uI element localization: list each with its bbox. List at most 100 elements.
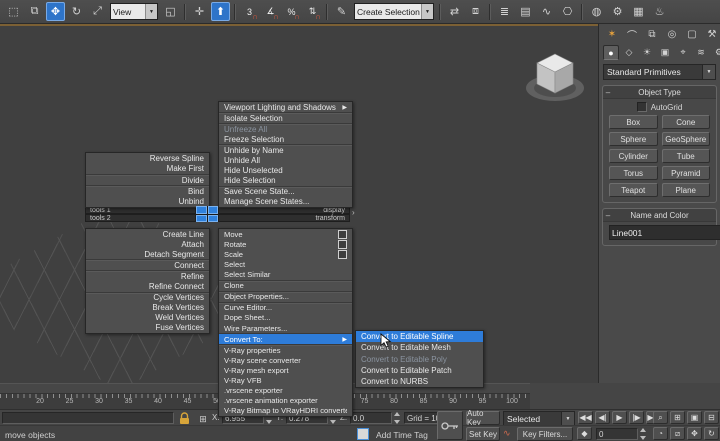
- cone-button[interactable]: Cone: [662, 115, 711, 129]
- key-mode-toggle-icon[interactable]: ◆: [577, 427, 592, 440]
- menu-item-unfreeze-all[interactable]: Unfreeze All: [219, 124, 352, 134]
- layer-manager-icon[interactable]: ≣: [495, 2, 514, 21]
- menu-item-fuse-vertices[interactable]: Fuse Vertices: [86, 323, 209, 333]
- auto-key-button[interactable]: Auto Key: [466, 411, 500, 425]
- set-key-toggle-button[interactable]: [437, 411, 463, 440]
- menu-item-move[interactable]: Move: [219, 229, 352, 239]
- menu-item-hide-unselected[interactable]: Hide Unselected: [219, 166, 352, 176]
- menu-item-reverse-spline[interactable]: Reverse Spline: [86, 153, 209, 163]
- scene-explorer-icon[interactable]: ▤: [516, 2, 535, 21]
- settings-box-icon[interactable]: [338, 230, 347, 239]
- named-selection-set-dropdown[interactable]: Create Selection Se▼: [354, 3, 434, 20]
- primitives-dropdown[interactable]: Standard Primitives ▼: [603, 64, 716, 80]
- menu-item-divide[interactable]: Divide: [86, 175, 209, 186]
- menu-item-curve-editor[interactable]: Curve Editor...: [219, 303, 352, 313]
- z-coord-field[interactable]: 0.0: [350, 412, 392, 424]
- curve-editor-icon[interactable]: ∿: [537, 2, 556, 21]
- hierarchy-tab-icon[interactable]: ⧉: [643, 26, 661, 43]
- dropdown-arrow-icon[interactable]: ▼: [561, 412, 574, 426]
- quad-center-squares[interactable]: [196, 206, 218, 222]
- menu-item-select[interactable]: Select: [219, 259, 352, 269]
- motion-tab-icon[interactable]: ◎: [663, 26, 681, 43]
- lights-category-icon[interactable]: ☀: [639, 45, 655, 60]
- select-and-manipulate-icon[interactable]: ✛: [190, 2, 209, 21]
- orbit-icon[interactable]: ↻: [704, 427, 719, 440]
- zoom-region-icon[interactable]: ⧄: [670, 427, 685, 440]
- torus-button[interactable]: Torus: [609, 166, 658, 180]
- material-editor-icon[interactable]: ◍: [587, 2, 606, 21]
- menu-item-clone[interactable]: Clone: [219, 281, 352, 292]
- tube-button[interactable]: Tube: [662, 149, 711, 163]
- cylinder-button[interactable]: Cylinder: [609, 149, 658, 163]
- menu-item-convert-to-editable-spline[interactable]: Convert to Editable Spline: [356, 331, 483, 342]
- go-to-start-icon[interactable]: ◀◀: [578, 411, 593, 424]
- previous-frame-icon[interactable]: ◀|: [595, 411, 610, 424]
- spinner-snap-icon[interactable]: ⇅∩: [303, 2, 322, 21]
- menu-item-v-ray-mesh-export[interactable]: V-Ray mesh export: [219, 365, 352, 375]
- select-and-scale-icon[interactable]: ⤢: [88, 2, 107, 21]
- menu-item-v-ray-bitmap-to-vrayhdri-converter[interactable]: V-Ray Bitmap to VRayHDRI converter: [219, 406, 352, 416]
- add-time-tag[interactable]: Add Time Tag: [376, 430, 428, 440]
- viewcube[interactable]: [520, 40, 590, 118]
- edit-named-selection-sets-icon[interactable]: ✎: [332, 2, 351, 21]
- utilities-tab-icon[interactable]: ⚒: [703, 26, 720, 43]
- teapot-button[interactable]: Teapot: [609, 183, 658, 197]
- use-pivot-point-center-icon[interactable]: ◱: [161, 2, 180, 21]
- zoom-extents-icon[interactable]: ▣: [687, 411, 702, 424]
- keyboard-shortcut-override-icon[interactable]: ⬆: [211, 2, 230, 21]
- menu-item-object-properties[interactable]: Object Properties...: [219, 292, 352, 303]
- object-name-field[interactable]: [609, 225, 720, 240]
- menu-item-cycle-vertices[interactable]: Cycle Vertices: [86, 293, 209, 303]
- cameras-category-icon[interactable]: ▣: [657, 45, 673, 60]
- menu-item-unhide-by-name[interactable]: Unhide by Name: [219, 145, 352, 155]
- percent-snap-icon[interactable]: %∩: [282, 2, 301, 21]
- menu-item-convert-to-nurbs[interactable]: Convert to NURBS: [356, 376, 483, 387]
- rendered-frame-window-icon[interactable]: ▦: [629, 2, 648, 21]
- selection-lock-icon[interactable]: [179, 412, 190, 425]
- zoom-all-icon[interactable]: ⊞: [670, 411, 685, 424]
- menu-item-weld-vertices[interactable]: Weld Vertices: [86, 313, 209, 323]
- menu-item-unbind[interactable]: Unbind: [86, 197, 209, 207]
- space-warps-category-icon[interactable]: ≋: [693, 45, 709, 60]
- menu-item-hide-selection[interactable]: Hide Selection: [219, 176, 352, 187]
- menu-item-viewport-lighting-and-shadows[interactable]: Viewport Lighting and Shadows▶: [219, 102, 352, 113]
- menu-item-scale[interactable]: Scale: [219, 249, 352, 259]
- pyramid-button[interactable]: Pyramid: [662, 166, 711, 180]
- display-tab-icon[interactable]: ▢: [683, 26, 701, 43]
- snaps-toggle-icon[interactable]: 3∩: [240, 2, 259, 21]
- geosphere-button[interactable]: GeoSphere: [662, 132, 711, 146]
- menu-item-v-ray-properties[interactable]: V-Ray properties: [219, 345, 352, 355]
- plane-button[interactable]: Plane: [662, 183, 711, 197]
- menu-item-bind[interactable]: Bind: [86, 186, 209, 196]
- menu-item-connect[interactable]: Connect: [86, 260, 209, 271]
- menu-item-convert-to[interactable]: Convert To:▶: [219, 334, 352, 345]
- mirror-icon[interactable]: ⇄: [445, 2, 464, 21]
- helpers-category-icon[interactable]: ⌖: [675, 45, 691, 60]
- default-in-out-tangents-icon[interactable]: ∿: [503, 428, 511, 439]
- current-frame-field[interactable]: 0: [596, 428, 638, 440]
- align-icon[interactable]: ⧈: [466, 2, 485, 21]
- render-setup-icon[interactable]: ⚙: [608, 2, 627, 21]
- menu-item-wire-parameters[interactable]: Wire Parameters...: [219, 323, 352, 334]
- modify-tab-icon[interactable]: ⌒: [623, 26, 641, 43]
- menu-item-v-ray-scene-converter[interactable]: V-Ray scene converter: [219, 355, 352, 365]
- z-spinner[interactable]: [394, 412, 401, 424]
- menu-item-save-scene-state[interactable]: Save Scene State...: [219, 187, 352, 197]
- menu-item-vrscene-animation-exporter[interactable]: .vrscene animation exporter: [219, 396, 352, 406]
- zoom-extents-all-icon[interactable]: ⊟: [704, 411, 719, 424]
- name-color-rollout-header[interactable]: – Name and Color: [603, 209, 716, 222]
- menu-item-convert-to-editable-mesh[interactable]: Convert to Editable Mesh: [356, 342, 483, 353]
- angle-snap-icon[interactable]: ∡∩: [261, 2, 280, 21]
- menu-item-dope-sheet[interactable]: Dope Sheet...: [219, 313, 352, 323]
- play-animation-icon[interactable]: ▶: [612, 411, 627, 424]
- settings-box-icon[interactable]: [338, 240, 347, 249]
- menu-item-make-first[interactable]: Make First: [86, 163, 209, 174]
- systems-category-icon[interactable]: ⚙: [711, 45, 720, 60]
- menu-item-convert-to-editable-patch[interactable]: Convert to Editable Patch: [356, 365, 483, 376]
- menu-item-v-ray-vfb[interactable]: V-Ray VFB: [219, 376, 352, 386]
- quad-expand-chevron-icon[interactable]: ›: [352, 208, 355, 217]
- dropdown-arrow-icon[interactable]: ▼: [145, 4, 157, 19]
- zoom-icon[interactable]: ⌕: [653, 411, 668, 424]
- rectangular-selection-region-icon[interactable]: ⬚: [4, 2, 23, 21]
- reference-coordinate-dropdown[interactable]: View▼: [110, 3, 158, 20]
